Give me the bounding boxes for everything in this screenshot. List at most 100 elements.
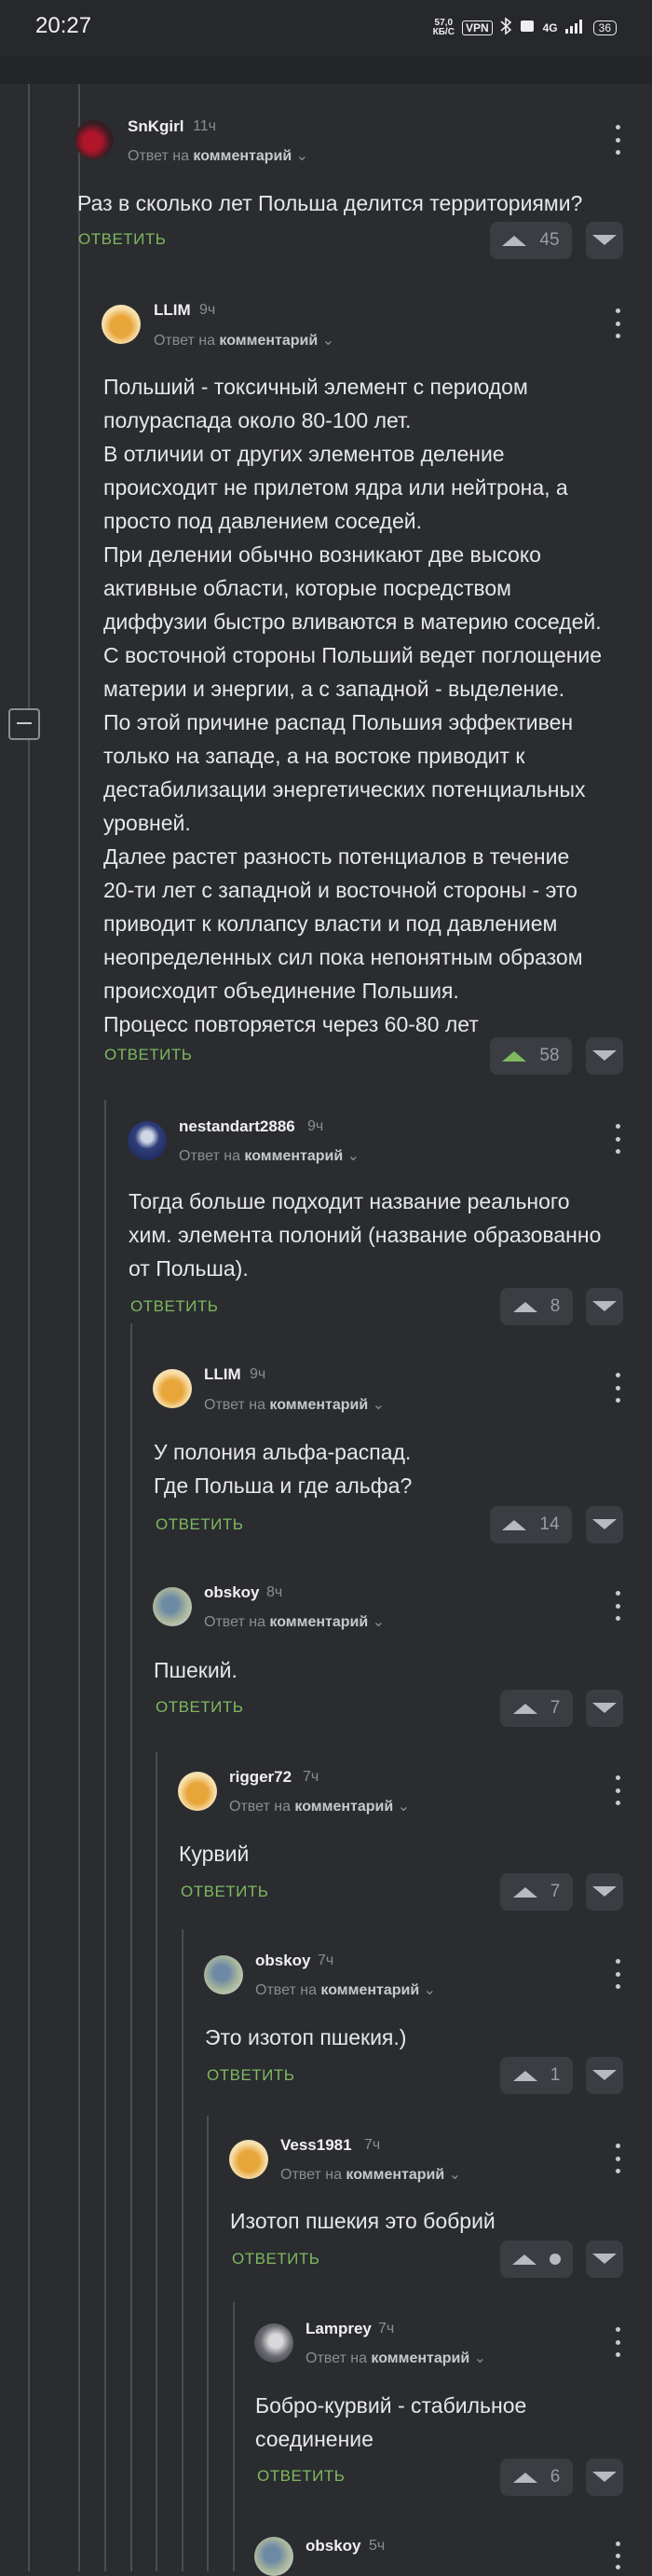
downvote-button[interactable] bbox=[586, 1690, 623, 1727]
reply-button[interactable]: ОТВЕТИТЬ bbox=[181, 1883, 268, 1901]
avatar[interactable] bbox=[153, 1369, 192, 1408]
more-menu-icon[interactable] bbox=[614, 2542, 621, 2569]
comment-author[interactable]: Lamprey bbox=[306, 2320, 372, 2338]
more-menu-icon[interactable] bbox=[614, 1124, 621, 1154]
comment-time: 7ч bbox=[303, 1769, 319, 1785]
comment-time: 7ч bbox=[364, 2137, 381, 2153]
thread-line bbox=[28, 84, 30, 2571]
reply-to-link[interactable]: Ответ на комментарий ⌄ bbox=[128, 146, 308, 165]
reply-button[interactable]: ОТВЕТИТЬ bbox=[130, 1297, 218, 1316]
more-menu-icon[interactable] bbox=[614, 125, 621, 155]
avatar[interactable] bbox=[75, 120, 114, 159]
comment-time: 8ч bbox=[266, 1584, 283, 1600]
downvote-button[interactable] bbox=[586, 222, 623, 259]
downvote-button[interactable] bbox=[586, 2057, 623, 2094]
comment-time: 5ч bbox=[369, 2538, 386, 2554]
more-menu-icon[interactable] bbox=[614, 1373, 621, 1403]
arrow-down-icon bbox=[592, 1703, 617, 1713]
comment-author[interactable]: obskoy bbox=[204, 1583, 260, 1602]
comment-time: 7ч bbox=[378, 2321, 395, 2336]
reply-button[interactable]: ОТВЕТИТЬ bbox=[78, 230, 166, 249]
downvote-button[interactable] bbox=[586, 2240, 623, 2278]
rating-hidden-dot bbox=[550, 2254, 561, 2265]
avatar[interactable] bbox=[229, 2140, 268, 2179]
reply-to-link[interactable]: Ответ на комментарий ⌄ bbox=[280, 2165, 461, 2184]
comment-author[interactable]: obskoy bbox=[306, 2537, 361, 2555]
collapse-thread-button[interactable] bbox=[8, 708, 40, 740]
comment-text: У полония альфа-распад. Где Польша и где… bbox=[154, 1440, 413, 1498]
bluetooth-icon bbox=[500, 17, 511, 38]
upvote-button[interactable] bbox=[500, 2240, 573, 2278]
status-icons: 57,0 КБ/С VPN 4G 36 bbox=[433, 17, 617, 38]
avatar[interactable] bbox=[153, 1587, 192, 1626]
reply-to-link[interactable]: Ответ на комментарий ⌄ bbox=[306, 2349, 486, 2367]
comment-author[interactable]: nestandart2886 bbox=[179, 1117, 295, 1136]
reply-button[interactable]: ОТВЕТИТЬ bbox=[232, 2250, 319, 2268]
reply-to-link[interactable]: Ответ на комментарий ⌄ bbox=[204, 1612, 385, 1631]
downvote-button[interactable] bbox=[586, 1037, 623, 1075]
reply-button[interactable]: ОТВЕТИТЬ bbox=[257, 2467, 345, 2486]
downvote-button[interactable] bbox=[586, 1288, 623, 1325]
arrow-down-icon bbox=[592, 2254, 617, 2264]
more-menu-icon[interactable] bbox=[614, 1959, 621, 1989]
comment-author[interactable]: obskoy bbox=[255, 1952, 311, 1970]
reply-to-link[interactable]: Ответ на комментарий ⌄ bbox=[204, 1395, 385, 1414]
more-menu-icon[interactable] bbox=[614, 308, 621, 338]
avatar[interactable] bbox=[254, 2323, 293, 2363]
avatar[interactable] bbox=[102, 305, 141, 344]
comment-author[interactable]: LLIM bbox=[204, 1365, 241, 1384]
rating-value: 7 bbox=[550, 1698, 561, 1718]
status-bar: 20:27 57,0 КБ/С VPN 4G 36 bbox=[0, 0, 652, 56]
vpn-icon: VPN bbox=[461, 20, 493, 35]
alarm-icon bbox=[519, 18, 536, 37]
downvote-button[interactable] bbox=[586, 1873, 623, 1911]
reply-button[interactable]: ОТВЕТИТЬ bbox=[104, 1046, 192, 1064]
arrow-down-icon bbox=[592, 2472, 617, 2482]
arrow-up-icon bbox=[502, 1519, 527, 1530]
comment-text: Бобро-курвий - стабильное соединение bbox=[255, 2393, 527, 2451]
thread-line bbox=[233, 2302, 235, 2571]
comment-author[interactable]: rigger72 bbox=[229, 1768, 292, 1787]
rating-value: 45 bbox=[539, 230, 560, 250]
thread-line bbox=[130, 1323, 132, 2571]
arrow-up-icon bbox=[512, 2254, 537, 2265]
more-menu-icon[interactable] bbox=[614, 2327, 621, 2357]
upvote-button[interactable]: 7 bbox=[500, 1873, 573, 1911]
arrow-down-icon bbox=[592, 1519, 617, 1529]
reply-button[interactable]: ОТВЕТИТЬ bbox=[156, 1515, 243, 1534]
upvote-button[interactable]: 45 bbox=[490, 222, 572, 259]
upvote-button[interactable]: 7 bbox=[500, 1690, 573, 1727]
avatar[interactable] bbox=[254, 2537, 293, 2576]
reply-to-link[interactable]: Ответ на комментарий ⌄ bbox=[154, 331, 334, 349]
comment-text: Курвий bbox=[179, 1842, 250, 1866]
reply-to-link[interactable]: Ответ на комментарий ⌄ bbox=[229, 1797, 410, 1816]
avatar[interactable] bbox=[204, 1955, 243, 1994]
arrow-up-icon bbox=[512, 2070, 537, 2081]
reply-to-link[interactable]: Ответ на комментарий ⌄ bbox=[179, 1146, 360, 1165]
more-menu-icon[interactable] bbox=[614, 1591, 621, 1621]
more-menu-icon[interactable] bbox=[614, 2144, 621, 2173]
comment-author[interactable]: LLIM bbox=[154, 301, 191, 320]
comment-time: 9ч bbox=[307, 1118, 324, 1134]
upvote-button[interactable]: 58 bbox=[490, 1037, 572, 1075]
comment-time: 11ч bbox=[193, 118, 216, 134]
reply-button[interactable]: ОТВЕТИТЬ bbox=[156, 1698, 243, 1717]
arrow-up-icon bbox=[502, 1050, 527, 1062]
upvote-button[interactable]: 8 bbox=[500, 1288, 573, 1325]
upvote-button[interactable]: 14 bbox=[490, 1506, 572, 1543]
comment-author[interactable]: SnKgirl bbox=[128, 117, 183, 136]
comment-author[interactable]: Vess1981 bbox=[280, 2136, 352, 2155]
downvote-button[interactable] bbox=[586, 2459, 623, 2496]
reply-button[interactable]: ОТВЕТИТЬ bbox=[207, 2066, 294, 2085]
upvote-button[interactable]: 6 bbox=[500, 2459, 573, 2496]
chevron-down-icon: ⌄ bbox=[346, 1148, 360, 1164]
chevron-down-icon: ⌄ bbox=[372, 1397, 386, 1413]
battery-icon: 36 bbox=[592, 20, 617, 35]
avatar[interactable] bbox=[128, 1121, 167, 1160]
more-menu-icon[interactable] bbox=[614, 1775, 621, 1805]
upvote-button[interactable]: 1 bbox=[500, 2057, 573, 2094]
avatar[interactable] bbox=[178, 1772, 217, 1811]
reply-to-link[interactable]: Ответ на комментарий ⌄ bbox=[255, 1980, 436, 1999]
signal-icon bbox=[564, 19, 586, 36]
downvote-button[interactable] bbox=[586, 1506, 623, 1543]
